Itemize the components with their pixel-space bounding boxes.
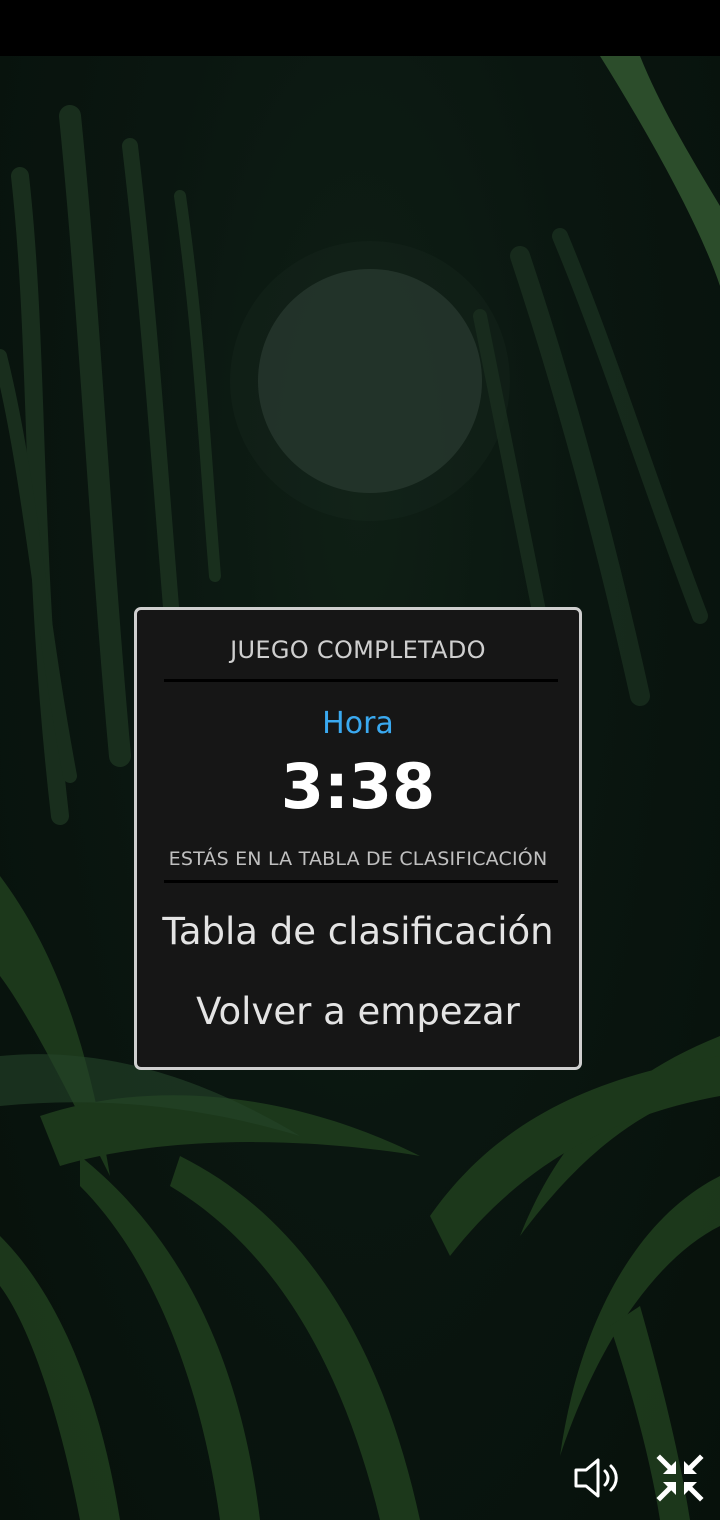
dialog-title: JUEGO COMPLETADO [230,636,486,664]
game-background: JUEGO COMPLETADO Hora 3:38 ESTÁS EN LA T… [0,56,720,1520]
exit-fullscreen-icon [656,1454,704,1502]
leaderboard-button[interactable]: Tabla de clasificación [137,910,579,953]
exit-fullscreen-button[interactable] [652,1450,708,1506]
leaderboard-status-text: ESTÁS EN LA TABLA DE CLASIFICACIÓN [168,848,548,870]
speaker-icon [574,1458,618,1498]
time-label: Hora [322,706,394,741]
status-divider [164,880,558,883]
restart-button[interactable]: Volver a empezar [137,990,579,1033]
sound-button[interactable] [570,1450,626,1506]
title-divider [164,679,558,682]
time-value: 3:38 [280,750,436,823]
status-bar [0,0,720,56]
game-complete-dialog: JUEGO COMPLETADO Hora 3:38 ESTÁS EN LA T… [134,607,582,1070]
